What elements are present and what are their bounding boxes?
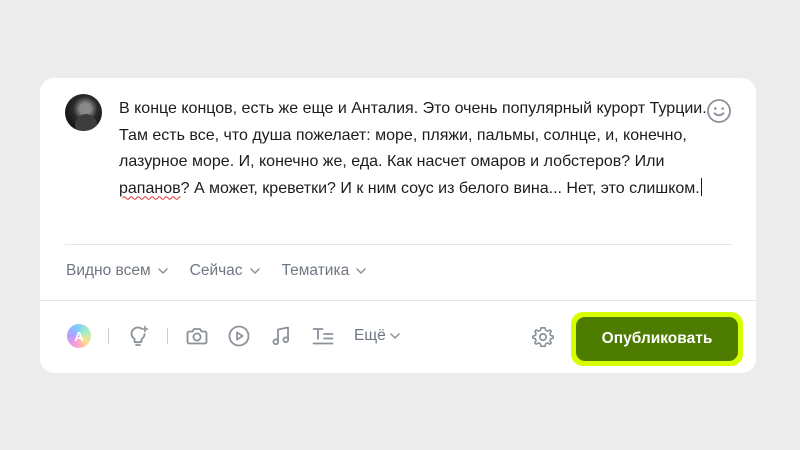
text-caret — [700, 177, 702, 196]
time-label: Сейчас — [189, 262, 243, 279]
camera-icon — [186, 328, 208, 345]
chevron-down-icon — [389, 333, 400, 339]
post-text-after: ? А может, креветки? И к ним соус из бел… — [180, 179, 700, 197]
avatar[interactable] — [65, 94, 102, 131]
time-dropdown[interactable]: Сейчас — [190, 262, 260, 280]
ideas-button[interactable] — [125, 323, 151, 349]
misspelled-word[interactable]: рапанов — [119, 180, 181, 197]
visibility-label: Видно всем — [66, 262, 151, 279]
play-icon — [228, 325, 250, 347]
post-text-before: В конце концов, есть же еще и Анталия. Э… — [119, 100, 707, 170]
chevron-down-icon — [249, 268, 260, 274]
chevron-down-icon — [157, 268, 168, 274]
ai-assistant-icon: A — [67, 324, 91, 348]
more-label: Ещё — [354, 327, 386, 344]
photo-button[interactable] — [184, 323, 210, 349]
music-note-icon — [272, 326, 290, 346]
post-text-input[interactable]: В конце концов, есть же еще и Анталия. Э… — [119, 96, 719, 202]
attachment-toolbar: A Ещё — [66, 322, 400, 350]
text-format-icon — [312, 328, 334, 345]
post-options: Видно всем Сейчас Тематика — [66, 262, 366, 280]
topic-label: Тематика — [281, 262, 350, 279]
lightbulb-icon — [130, 325, 149, 346]
toolbar-separator — [108, 328, 109, 344]
more-dropdown[interactable]: Ещё — [354, 327, 400, 345]
ai-assistant-button[interactable]: A — [66, 323, 92, 349]
music-button[interactable] — [268, 323, 294, 349]
post-composer: В конце концов, есть же еще и Анталия. Э… — [40, 78, 756, 373]
publish-button-highlight: Опубликовать — [571, 312, 743, 366]
video-button[interactable] — [226, 323, 252, 349]
publish-button[interactable]: Опубликовать — [576, 317, 738, 361]
divider — [40, 300, 756, 301]
toolbar-separator — [167, 328, 168, 344]
visibility-dropdown[interactable]: Видно всем — [66, 262, 168, 280]
chevron-down-icon — [356, 268, 366, 274]
topic-dropdown[interactable]: Тематика — [282, 262, 367, 280]
text-format-button[interactable] — [310, 323, 336, 349]
emoji-icon[interactable] — [706, 98, 732, 124]
gear-icon[interactable] — [531, 325, 555, 349]
divider — [65, 244, 731, 245]
